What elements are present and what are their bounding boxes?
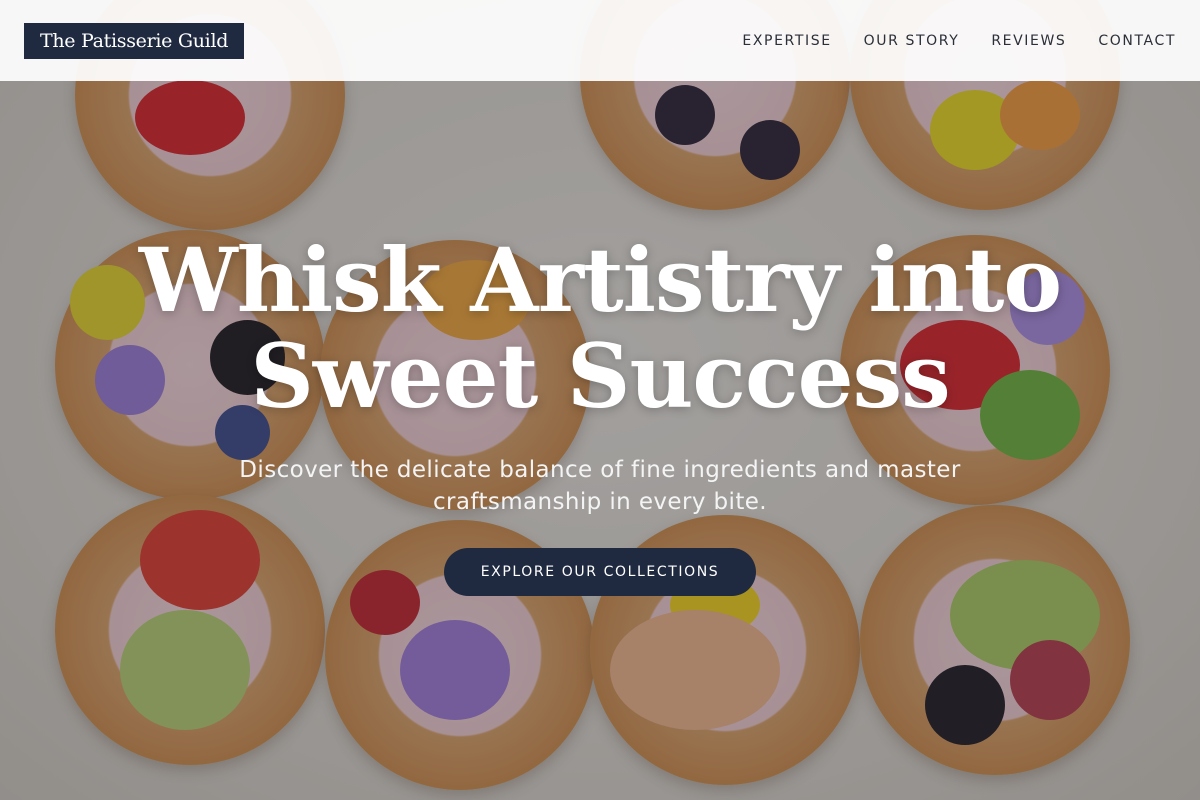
hero-title-line-2: Sweet Success	[250, 324, 950, 428]
brand-logo[interactable]: The Patisserie Guild	[24, 22, 245, 59]
explore-collections-button[interactable]: EXPLORE OUR COLLECTIONS	[444, 548, 756, 596]
nav-link-contact[interactable]: CONTACT	[1098, 33, 1176, 49]
nav-link-expertise[interactable]: EXPERTISE	[742, 33, 831, 49]
hero-content: Whisk Artistry into Sweet Success Discov…	[0, 232, 1200, 596]
top-navbar: The Patisserie Guild EXPERTISE OUR STORY…	[0, 0, 1200, 81]
hero-title: Whisk Artistry into Sweet Success	[100, 232, 1100, 424]
nav-link-our-story[interactable]: OUR STORY	[864, 33, 960, 49]
nav-link-reviews[interactable]: REVIEWS	[991, 33, 1066, 49]
hero-subtitle: Discover the delicate balance of fine in…	[239, 457, 961, 515]
main-nav: EXPERTISE OUR STORY REVIEWS CONTACT	[742, 33, 1176, 49]
hero-title-line-1: Whisk Artistry into	[138, 228, 1062, 332]
